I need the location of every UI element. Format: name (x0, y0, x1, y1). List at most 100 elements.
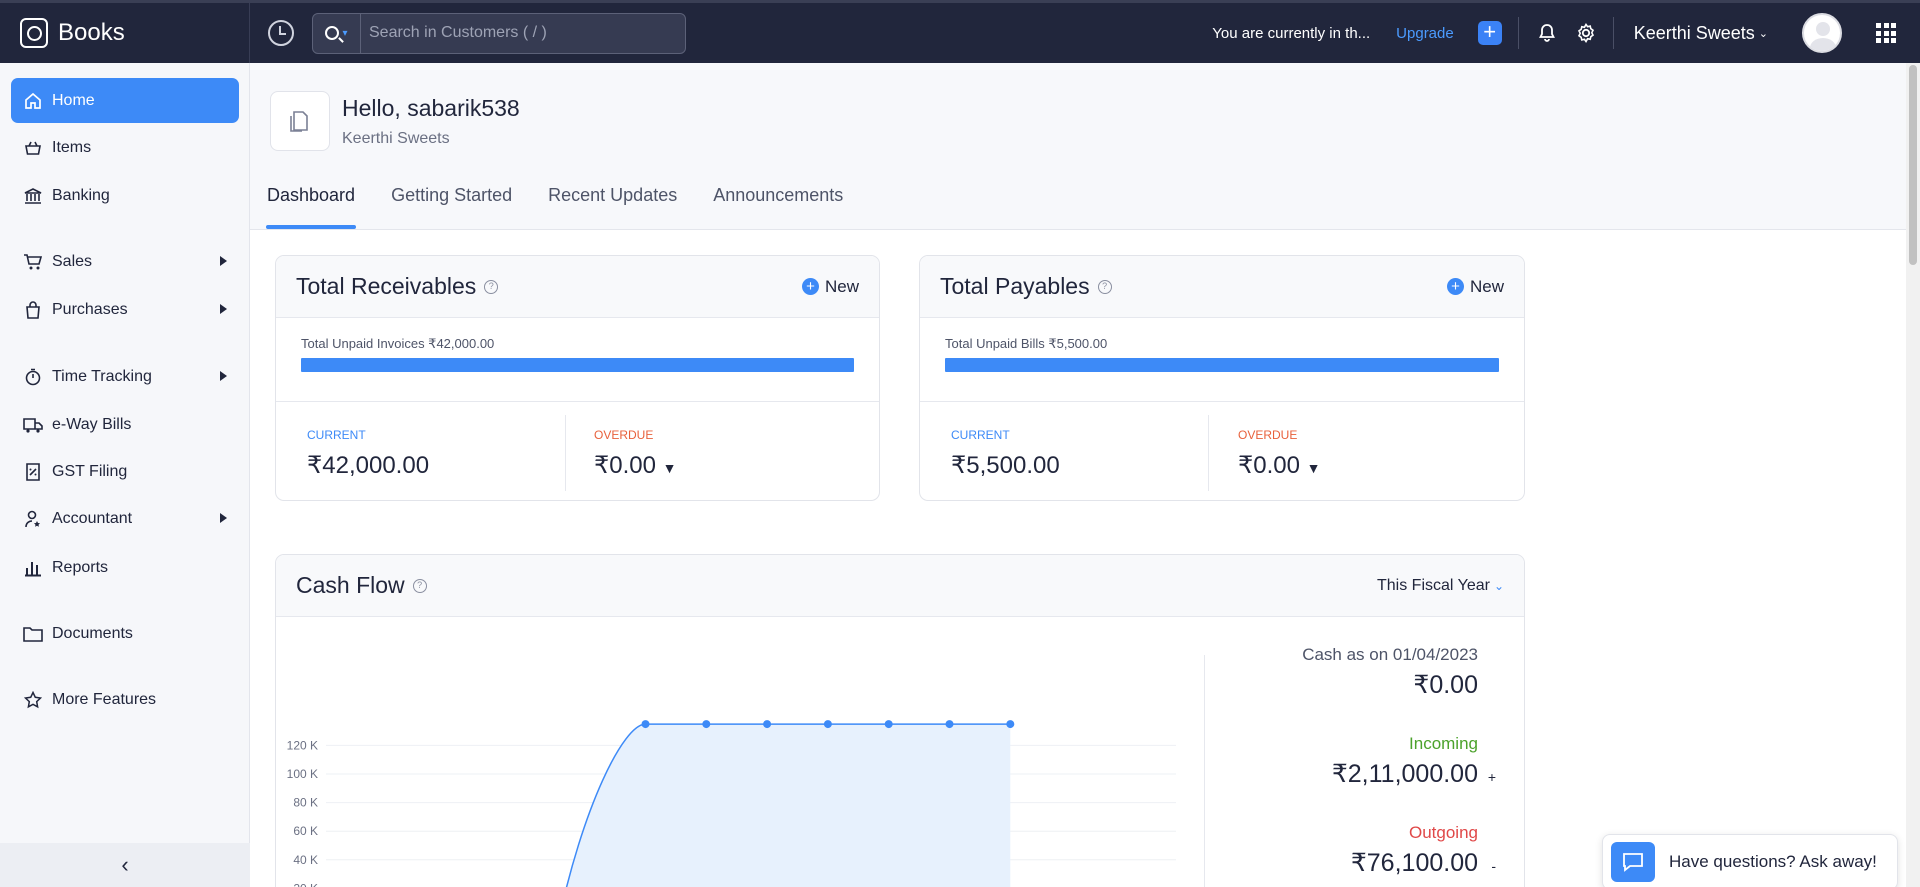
greeting: Hello, sabarik538 (342, 95, 520, 121)
cashflow-chart[interactable]: 20 K 40 K 60 K 80 K 100 K 120 K (276, 617, 1206, 887)
sidebar-item-reports[interactable]: Reports (11, 545, 239, 590)
page-scrollbar[interactable] (1906, 63, 1920, 887)
help-icon[interactable]: ? (412, 578, 427, 593)
sidebar-item-more-features[interactable]: More Features (11, 677, 239, 722)
overdue-stat[interactable]: OVERDUE ₹0.00 ▼ (1238, 428, 1321, 480)
cash-as-on-value: ₹0.00 (1413, 671, 1478, 699)
cart-icon (22, 251, 44, 273)
current-stat[interactable]: CURRENT ₹5,500.00 (951, 428, 1060, 480)
tab-dashboard[interactable]: Dashboard (266, 185, 357, 229)
payables-card: Total Payables ? + New Total Unpaid Bill… (919, 255, 1525, 501)
sidebar-item-time-tracking[interactable]: Time Tracking (11, 354, 239, 399)
divider (1517, 17, 1519, 49)
sidebar-item-items[interactable]: Items (11, 125, 239, 170)
new-invoice-button[interactable]: + New (801, 276, 859, 297)
sidebar-item-documents[interactable]: Documents (11, 611, 239, 656)
notifications-bell-icon[interactable] (1537, 23, 1557, 43)
sidebar-item-eway-bills[interactable]: e-Way Bills (11, 402, 239, 447)
search-scope-dropdown[interactable]: ▾ (313, 13, 361, 53)
current-value: ₹5,500.00 (951, 452, 1060, 479)
caret-down-icon: ▼ (1306, 460, 1321, 476)
cash-as-on-label: Cash as on 01/04/2023 (1302, 645, 1478, 664)
help-icon[interactable]: ? (484, 279, 499, 294)
star-icon (22, 689, 44, 711)
scrollbar-thumb[interactable] (1909, 65, 1917, 265)
tab-getting-started[interactable]: Getting Started (390, 185, 513, 229)
dashboard-tabs: Dashboard Getting Started Recent Updates… (266, 185, 878, 229)
overdue-value: ₹0.00 (594, 452, 656, 479)
bag-icon (22, 299, 44, 321)
home-icon (22, 90, 44, 112)
cashflow-area (566, 724, 1011, 887)
quick-create-button[interactable]: + (1477, 21, 1502, 45)
recent-history-icon[interactable] (268, 20, 294, 46)
bank-icon (22, 185, 44, 207)
user-avatar[interactable] (1802, 13, 1842, 53)
main-content: Hello, sabarik538 Keerthi Sweets Dashboa… (250, 63, 1920, 887)
org-switcher[interactable]: Keerthi Sweets ⌄ (1634, 23, 1768, 44)
unpaid-total: Total Unpaid Invoices ₹42,000.00 (301, 336, 495, 351)
sidebar-item-purchases[interactable]: Purchases (11, 287, 239, 332)
y-tick-label: 40 K (293, 853, 318, 867)
unpaid-progress-bar[interactable] (301, 358, 854, 372)
incoming-value-row: ₹2,11,000.00 + (1332, 759, 1496, 789)
org-name: Keerthi Sweets (342, 130, 450, 147)
sidebar-item-gst-filing[interactable]: GST Filing (11, 449, 239, 494)
accountant-icon (22, 508, 44, 530)
period-dropdown[interactable]: This Fiscal Year ⌄ (1377, 577, 1504, 595)
card-title: Cash Flow (296, 572, 405, 598)
trial-notice[interactable]: You are currently in th... (1212, 25, 1370, 42)
new-label: New (824, 276, 859, 296)
app-launcher-grid-icon[interactable] (1876, 23, 1896, 43)
new-bill-button[interactable]: + New (1446, 277, 1504, 297)
sidebar-item-label: Items (52, 138, 92, 156)
card-header: Cash Flow ? This Fiscal Year ⌄ (276, 555, 1524, 617)
sidebar-item-accountant[interactable]: Accountant (11, 496, 239, 541)
current-label: CURRENT (307, 428, 366, 442)
y-tick-label: 80 K (293, 796, 318, 810)
search-box[interactable]: ▾ (312, 12, 686, 54)
settings-gear-icon[interactable] (1575, 22, 1597, 44)
expand-arrow-icon (220, 304, 227, 314)
data-point (823, 720, 832, 729)
help-icon[interactable]: ? (1097, 279, 1112, 294)
sidebar-collapse-button[interactable]: ‹ (0, 843, 250, 887)
dashboard-header: Hello, sabarik538 Keerthi Sweets Dashboa… (250, 63, 1920, 230)
brand[interactable]: Books (0, 3, 250, 63)
data-point (702, 720, 711, 729)
sidebar-item-home[interactable]: Home (11, 78, 239, 123)
sidebar-item-label: Time Tracking (52, 367, 152, 385)
outgoing-label: Outgoing (1409, 823, 1478, 842)
search-input[interactable] (361, 24, 685, 42)
unpaid-progress-bar[interactable] (945, 358, 1499, 372)
overdue-label: OVERDUE (1238, 428, 1298, 442)
data-point (945, 720, 954, 729)
sidebar-item-label: Home (52, 91, 95, 109)
tab-announcements[interactable]: Announcements (712, 185, 844, 229)
plus-circle-icon: + (1446, 278, 1464, 295)
y-tick-label: 20 K (293, 881, 318, 887)
org-logo-placeholder[interactable] (270, 91, 330, 151)
truck-icon (22, 414, 44, 436)
sidebar-item-label: Accountant (52, 509, 133, 527)
chat-icon (1611, 842, 1655, 882)
divider (276, 401, 879, 402)
divider (1208, 415, 1209, 491)
chat-label: Have questions? Ask away! (1669, 852, 1877, 871)
card-header: Total Receivables ? + New (276, 256, 879, 318)
sidebar-item-sales[interactable]: Sales (11, 239, 239, 284)
divider (1612, 17, 1614, 49)
expand-arrow-icon (220, 513, 227, 523)
chevron-down-icon: ⌄ (1493, 578, 1504, 593)
upgrade-link[interactable]: Upgrade (1396, 25, 1454, 42)
caret-down-icon: ▼ (662, 460, 677, 476)
divider (920, 401, 1524, 402)
tab-recent-updates[interactable]: Recent Updates (547, 185, 678, 229)
cash-as-on-stat: Cash as on 01/04/2023 ₹0.00 (1302, 645, 1478, 700)
incoming-stat: Incoming ₹2,11,000.00 + (1332, 734, 1496, 789)
current-stat[interactable]: CURRENT ₹42,000.00 (307, 428, 429, 480)
help-chat-widget[interactable]: Have questions? Ask away! (1602, 834, 1898, 887)
sidebar-item-banking[interactable]: Banking (11, 173, 239, 218)
data-point (884, 720, 893, 729)
overdue-stat[interactable]: OVERDUE ₹0.00 ▼ (594, 428, 677, 480)
